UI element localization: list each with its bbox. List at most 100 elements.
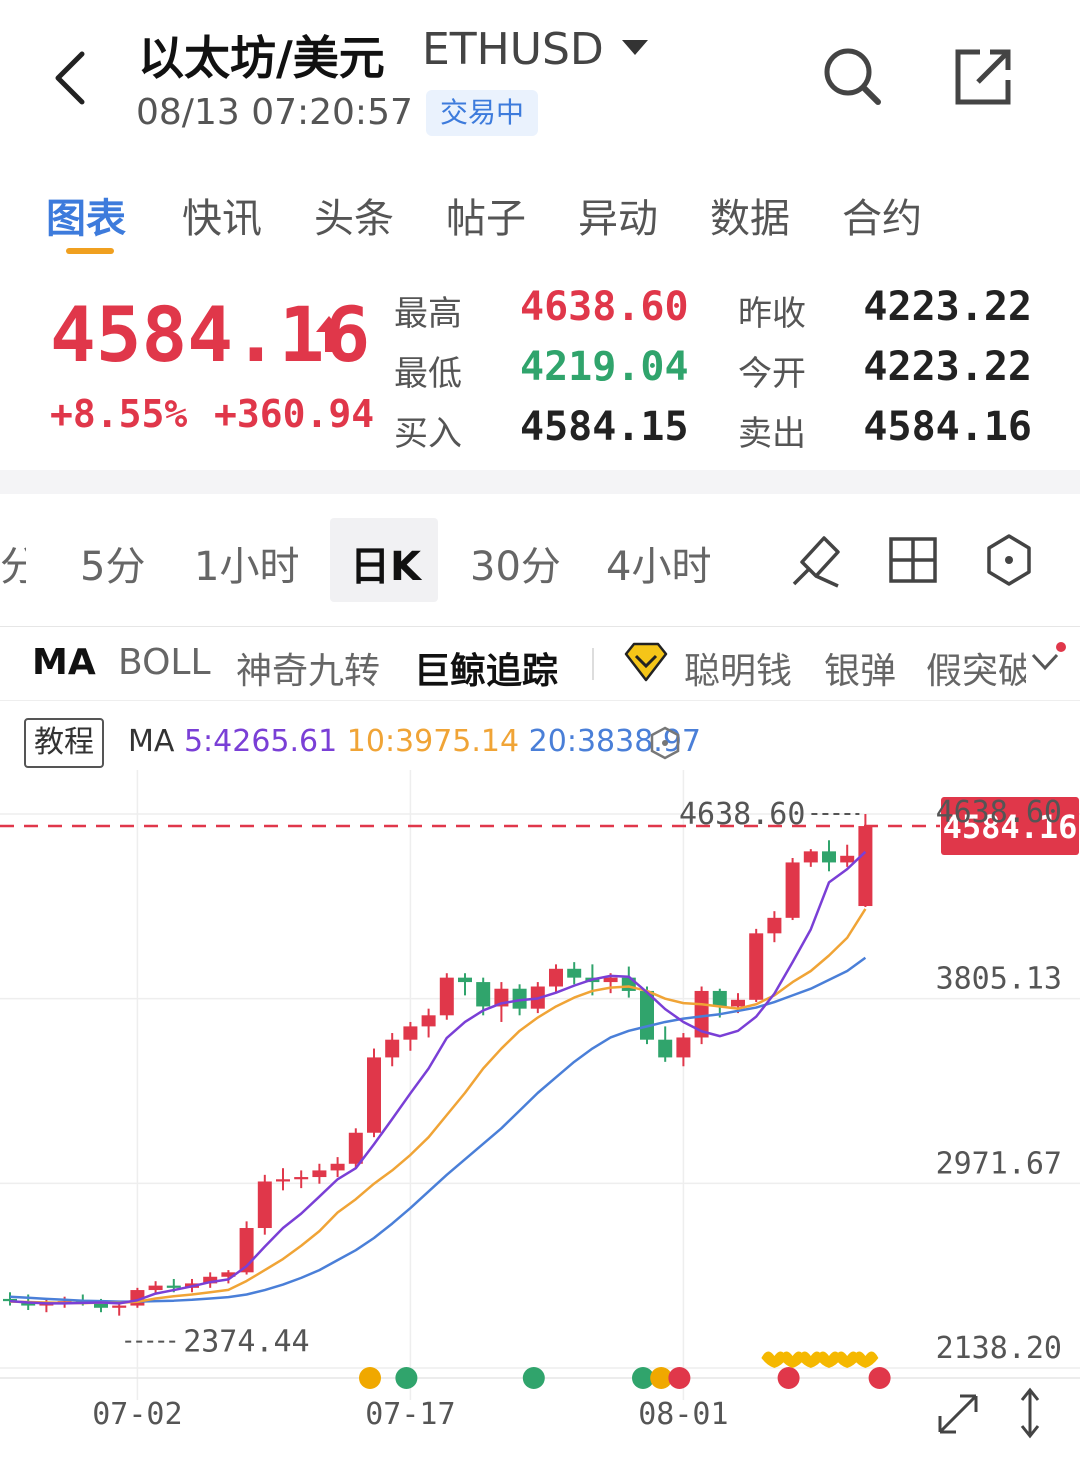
tab-headlines[interactable]: 头条 xyxy=(314,186,394,244)
open-value: 4223.22 xyxy=(863,344,1032,390)
expand-icon[interactable] xyxy=(938,1394,978,1434)
high-label: 最高 xyxy=(394,294,462,334)
indicator-separator xyxy=(592,648,594,680)
candle-body[interactable] xyxy=(785,862,800,918)
ma10-line xyxy=(9,908,867,1305)
indicator-ma[interactable]: MA xyxy=(32,642,96,683)
search-icon[interactable] xyxy=(820,44,884,108)
bid-value: 4584.15 xyxy=(520,404,689,450)
diamond-icon xyxy=(624,642,668,682)
period-1hour[interactable]: 1小时 xyxy=(194,534,299,592)
candle-body[interactable] xyxy=(731,999,745,1007)
indicator-whale-tracking[interactable]: 巨鲸追踪 xyxy=(414,642,558,694)
candle-body[interactable] xyxy=(367,1057,381,1133)
whale-icon[interactable] xyxy=(852,1351,879,1368)
chevron-down-icon[interactable] xyxy=(1030,650,1060,674)
indicator-silver-bullet[interactable]: 银弹 xyxy=(824,642,896,694)
change-amount: +360.94 xyxy=(214,392,375,436)
prev-close-label: 昨收 xyxy=(738,294,806,334)
candle-body[interactable] xyxy=(858,826,873,907)
high-marker-label: 4638.60 xyxy=(679,797,805,832)
period-30min[interactable]: 30分 xyxy=(470,534,561,592)
period-5min[interactable]: 5分 xyxy=(80,534,145,592)
x-axis-label: 08-01 xyxy=(638,1397,728,1432)
indicator-false-breakout[interactable]: 假突破 xyxy=(926,642,1026,694)
candle-body[interactable] xyxy=(840,855,855,863)
tab-data[interactable]: 数据 xyxy=(710,186,790,244)
indicator-smart-money[interactable]: 聪明钱 xyxy=(684,642,792,694)
layout-grid-icon[interactable] xyxy=(886,530,940,590)
settings-hexagon-icon[interactable] xyxy=(982,530,1036,590)
period-partial[interactable]: 分 xyxy=(0,534,26,592)
indicator-td-sequential[interactable]: 神奇九转 xyxy=(236,642,380,694)
x-axis-label: 07-02 xyxy=(92,1397,182,1432)
candle-body[interactable] xyxy=(458,977,472,983)
candle-body[interactable] xyxy=(803,851,818,863)
candle-body[interactable] xyxy=(549,968,563,987)
candle-body[interactable] xyxy=(312,1170,327,1178)
tab-movers[interactable]: 异动 xyxy=(578,186,658,244)
vertical-scale-icon[interactable] xyxy=(1020,1387,1040,1439)
candle-body[interactable] xyxy=(749,933,764,1000)
tutorial-button[interactable]: 教程 xyxy=(24,718,104,768)
candle-body[interactable] xyxy=(676,1037,691,1058)
y-axis-label: 2971.67 xyxy=(936,1146,1062,1181)
prev-close-value: 4223.22 xyxy=(863,284,1032,330)
x-axis-label: 07-17 xyxy=(365,1397,455,1432)
candle-body[interactable] xyxy=(385,1039,400,1058)
signal-dot[interactable] xyxy=(777,1367,800,1389)
ma-legend-title: MA xyxy=(128,724,175,759)
low-label: 最低 xyxy=(394,354,462,394)
candle-body[interactable] xyxy=(276,1179,290,1182)
candle-body[interactable] xyxy=(822,851,836,863)
change-percent: +8.55% xyxy=(50,392,188,436)
share-icon[interactable] xyxy=(950,44,1016,108)
tab-posts[interactable]: 帖子 xyxy=(446,186,526,244)
tab-chart[interactable]: 图表 xyxy=(46,186,126,244)
symbol-dropdown[interactable]: ETHUSD xyxy=(422,24,604,75)
tab-contracts[interactable]: 合约 xyxy=(842,186,922,244)
row-divider xyxy=(0,700,1080,701)
period-daily[interactable]: 日K xyxy=(350,534,421,592)
chevron-down-icon[interactable] xyxy=(622,40,648,55)
signal-dot[interactable] xyxy=(868,1367,891,1389)
active-tab-indicator xyxy=(66,248,114,254)
candle-body[interactable] xyxy=(712,990,727,1007)
candle-body[interactable] xyxy=(767,917,782,934)
signal-dot[interactable] xyxy=(522,1367,545,1389)
ma-settings-icon[interactable] xyxy=(650,726,680,760)
open-label: 今开 xyxy=(738,354,806,394)
indicator-boll[interactable]: BOLL xyxy=(118,642,211,683)
candle-body[interactable] xyxy=(348,1132,363,1164)
period-4hour[interactable]: 4小时 xyxy=(606,534,711,592)
trading-status-badge: 交易中 xyxy=(426,90,538,136)
candle-body[interactable] xyxy=(257,1181,272,1229)
candle-body[interactable] xyxy=(658,1039,673,1058)
candle-body[interactable] xyxy=(112,1305,127,1308)
signal-dot[interactable] xyxy=(359,1367,381,1389)
back-arrow-icon[interactable] xyxy=(48,48,98,108)
y-axis-label: 2138.20 xyxy=(936,1331,1062,1366)
candle-body[interactable] xyxy=(148,1285,163,1291)
ma5-value: 5:4265.61 xyxy=(183,724,338,759)
candle-body[interactable] xyxy=(439,977,454,1016)
draw-tool-icon[interactable] xyxy=(790,530,844,590)
low-value: 4219.04 xyxy=(520,344,689,390)
ma-legend: MA 5:4265.61 10:3975.14 20:3838.97 xyxy=(128,724,701,759)
candle-body[interactable] xyxy=(476,982,491,1007)
pair-title: 以太坊/美元 xyxy=(138,31,385,85)
candle-body[interactable] xyxy=(603,977,618,983)
candle-body[interactable] xyxy=(421,1015,436,1027)
y-axis-label: 3805.13 xyxy=(936,962,1062,997)
candle-body[interactable] xyxy=(567,968,582,978)
signal-dot[interactable] xyxy=(668,1367,691,1389)
ask-label: 卖出 xyxy=(738,414,806,454)
candle-body[interactable] xyxy=(294,1177,309,1180)
up-arrow-icon xyxy=(316,316,342,352)
tab-news-flash[interactable]: 快讯 xyxy=(182,186,262,244)
candle-body[interactable] xyxy=(166,1285,181,1288)
signal-dot[interactable] xyxy=(395,1367,418,1389)
candlestick-chart[interactable]: 4584.164638.603805.132971.672138.204638.… xyxy=(0,770,1080,1471)
candle-body[interactable] xyxy=(403,1026,418,1040)
candle-body[interactable] xyxy=(330,1163,345,1171)
